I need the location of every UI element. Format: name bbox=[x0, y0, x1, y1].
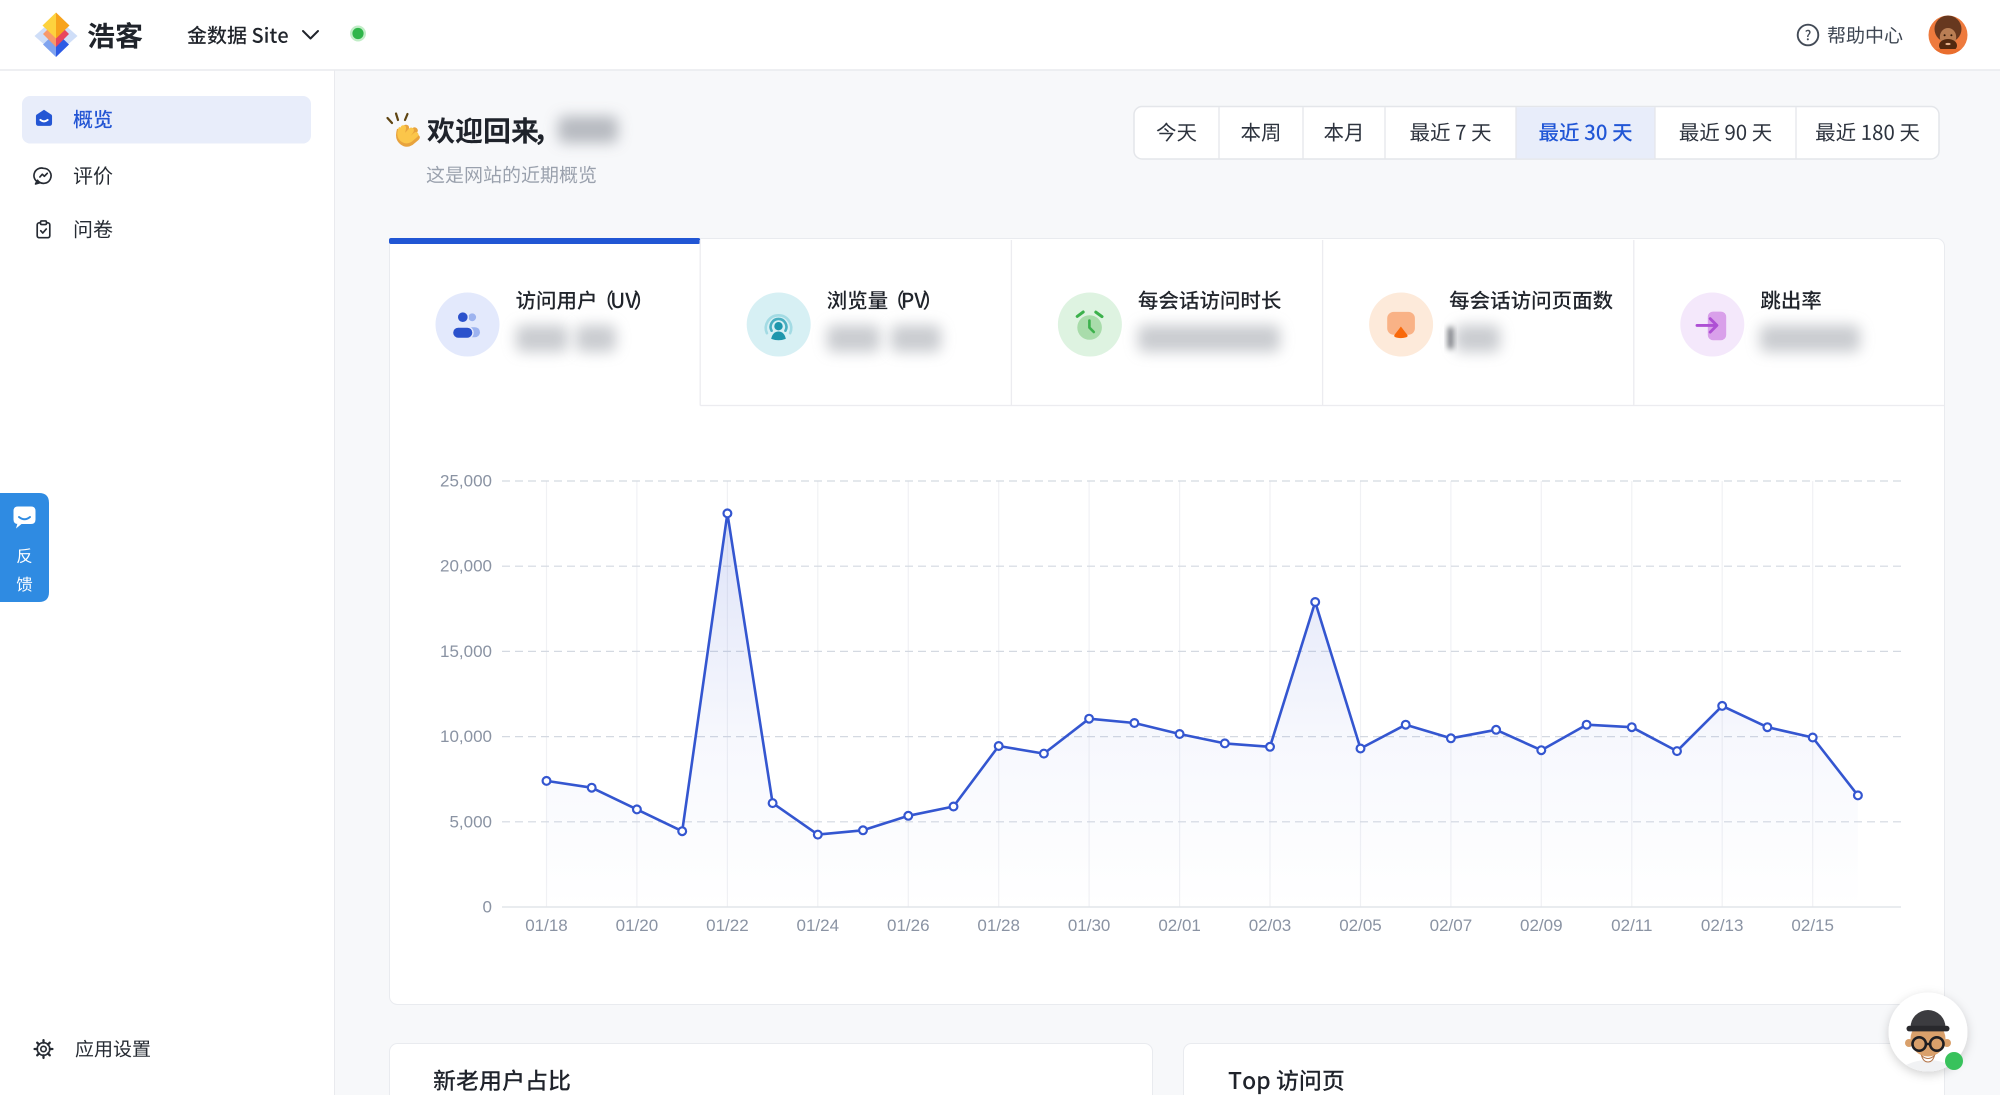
svg-text:01/24: 01/24 bbox=[797, 916, 840, 935]
svg-text:01/26: 01/26 bbox=[887, 916, 930, 935]
svg-text:02/13: 02/13 bbox=[1701, 916, 1744, 935]
svg-text:5,000: 5,000 bbox=[449, 812, 492, 831]
svg-text:02/09: 02/09 bbox=[1520, 916, 1563, 935]
svg-text:01/28: 01/28 bbox=[977, 916, 1020, 935]
svg-text:02/11: 02/11 bbox=[1611, 916, 1652, 935]
svg-text:02/15: 02/15 bbox=[1791, 916, 1834, 935]
svg-text:25,000: 25,000 bbox=[440, 472, 492, 491]
svg-text:01/20: 01/20 bbox=[616, 916, 659, 935]
svg-text:0: 0 bbox=[483, 898, 492, 917]
svg-text:02/01: 02/01 bbox=[1158, 916, 1201, 935]
svg-text:10,000: 10,000 bbox=[440, 727, 492, 746]
svg-text:20,000: 20,000 bbox=[440, 557, 492, 576]
svg-text:02/07: 02/07 bbox=[1430, 916, 1473, 935]
svg-text:01/18: 01/18 bbox=[525, 916, 568, 935]
svg-text:15,000: 15,000 bbox=[440, 642, 492, 661]
svg-text:02/03: 02/03 bbox=[1249, 916, 1292, 935]
svg-text:01/22: 01/22 bbox=[706, 916, 749, 935]
svg-text:02/05: 02/05 bbox=[1339, 916, 1382, 935]
svg-text:01/30: 01/30 bbox=[1068, 916, 1111, 935]
